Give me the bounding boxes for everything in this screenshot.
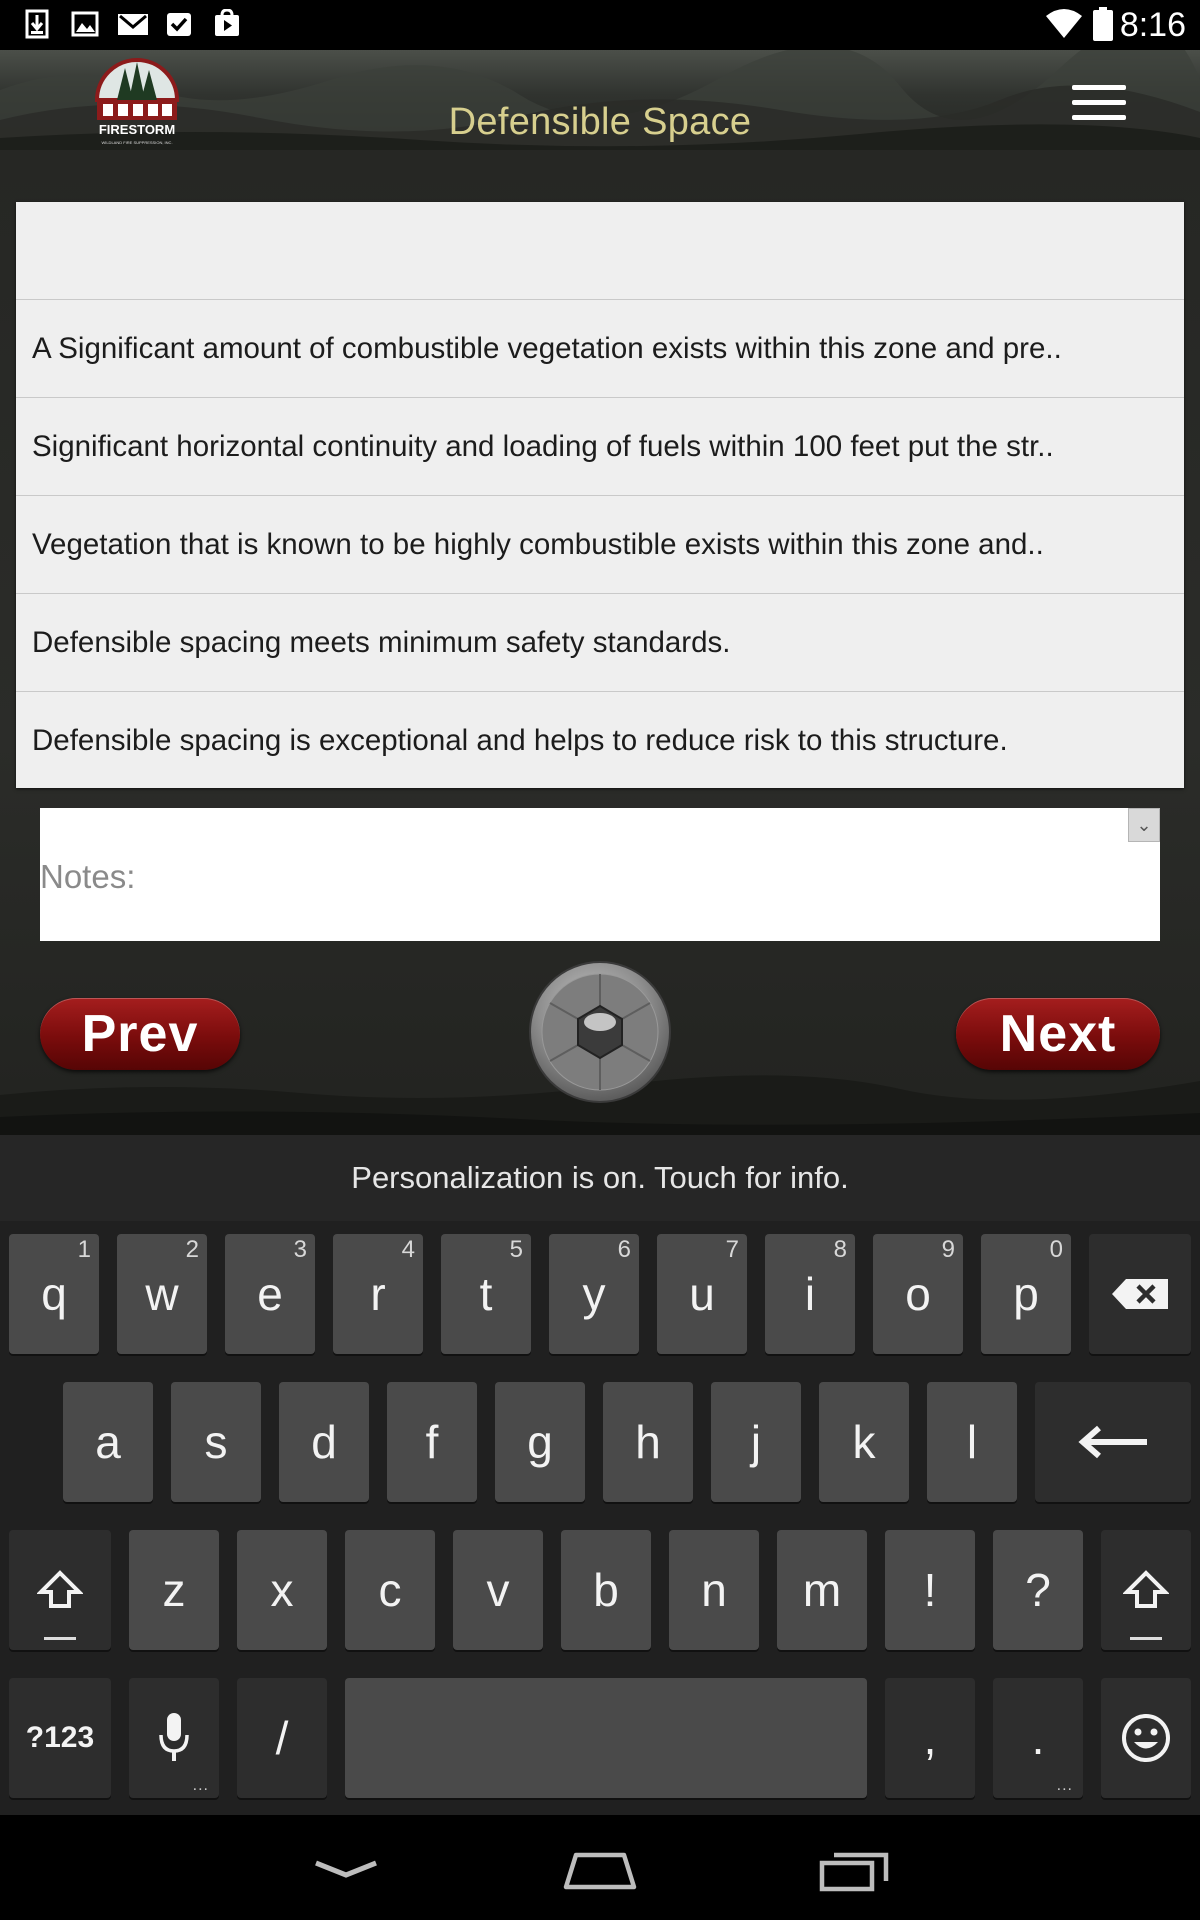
suggestion-strip[interactable]: Personalization is on. Touch for info. bbox=[0, 1135, 1200, 1221]
wifi-icon bbox=[1046, 9, 1082, 38]
key-e[interactable]: e3 bbox=[225, 1234, 315, 1354]
key-g[interactable]: g bbox=[495, 1382, 585, 1502]
key-b[interactable]: b bbox=[561, 1530, 651, 1650]
space-bar[interactable] bbox=[345, 1678, 867, 1798]
emoji-icon[interactable] bbox=[1101, 1678, 1191, 1798]
key-v[interactable]: v bbox=[453, 1530, 543, 1650]
key-exclamation[interactable]: ! bbox=[885, 1530, 975, 1650]
key-q[interactable]: q1 bbox=[9, 1234, 99, 1354]
app-header: FIRESTORM WILDLAND FIRE SUPPRESSION, INC… bbox=[0, 50, 1200, 150]
camera-shutter-icon[interactable] bbox=[528, 960, 672, 1104]
key-u[interactable]: u7 bbox=[657, 1234, 747, 1354]
page-title: Defensible Space bbox=[448, 101, 752, 143]
key-y[interactable]: y6 bbox=[549, 1234, 639, 1354]
option-item[interactable]: Defensible spacing is exceptional and he… bbox=[16, 692, 1184, 790]
risk-options-list: A Significant amount of combustible vege… bbox=[16, 202, 1184, 788]
key-o[interactable]: o9 bbox=[873, 1234, 963, 1354]
key-x[interactable]: x bbox=[237, 1530, 327, 1650]
option-item-empty[interactable] bbox=[16, 202, 1184, 300]
key-h[interactable]: h bbox=[603, 1382, 693, 1502]
key-l[interactable]: l bbox=[927, 1382, 1017, 1502]
option-item[interactable]: A Significant amount of combustible vege… bbox=[16, 300, 1184, 398]
key-a[interactable]: a bbox=[63, 1382, 153, 1502]
microphone-icon[interactable]: ... bbox=[129, 1678, 219, 1798]
key-p[interactable]: p0 bbox=[981, 1234, 1071, 1354]
key-s[interactable]: s bbox=[171, 1382, 261, 1502]
image-icon bbox=[71, 11, 99, 37]
option-item[interactable]: Defensible spacing meets minimum safety … bbox=[16, 594, 1184, 692]
soft-keyboard: Personalization is on. Touch for info. q… bbox=[0, 1135, 1200, 1815]
main-content: A Significant amount of combustible vege… bbox=[0, 150, 1200, 1135]
key-f[interactable]: f bbox=[387, 1382, 477, 1502]
key-w[interactable]: w2 bbox=[117, 1234, 207, 1354]
symbols-key[interactable]: ?123 bbox=[9, 1678, 111, 1798]
gmail-icon bbox=[118, 14, 148, 35]
key-n[interactable]: n bbox=[669, 1530, 759, 1650]
task-check-icon bbox=[167, 13, 191, 36]
option-item[interactable]: Vegetation that is known to be highly co… bbox=[16, 496, 1184, 594]
key-period[interactable]: .... bbox=[993, 1678, 1083, 1798]
download-icon bbox=[25, 9, 49, 39]
option-item[interactable]: Significant horizontal continuity and lo… bbox=[16, 398, 1184, 496]
key-t[interactable]: t5 bbox=[441, 1234, 531, 1354]
key-question[interactable]: ? bbox=[993, 1530, 1083, 1650]
key-slash[interactable]: / bbox=[237, 1678, 327, 1798]
backspace-icon[interactable] bbox=[1089, 1234, 1191, 1354]
key-i[interactable]: i8 bbox=[765, 1234, 855, 1354]
system-nav-bar bbox=[0, 1815, 1200, 1920]
recents-icon[interactable] bbox=[816, 1845, 896, 1895]
battery-icon bbox=[1093, 7, 1113, 41]
key-j[interactable]: j bbox=[711, 1382, 801, 1502]
notes-field[interactable] bbox=[40, 808, 1160, 941]
status-bar: 8:16 bbox=[0, 0, 1200, 50]
play-store-icon bbox=[215, 9, 239, 36]
hamburger-menu-icon[interactable] bbox=[1072, 85, 1128, 125]
notes-field-container: ⌄ bbox=[40, 808, 1160, 941]
key-m[interactable]: m bbox=[777, 1530, 867, 1650]
key-c[interactable]: c bbox=[345, 1530, 435, 1650]
home-icon[interactable] bbox=[560, 1845, 640, 1895]
shift-left-icon[interactable] bbox=[9, 1530, 111, 1650]
chevron-down-icon[interactable]: ⌄ bbox=[1128, 808, 1160, 842]
next-button[interactable]: Next bbox=[956, 998, 1160, 1070]
clock: 8:16 bbox=[1119, 6, 1186, 44]
key-k[interactable]: k bbox=[819, 1382, 909, 1502]
key-comma[interactable]: , bbox=[885, 1678, 975, 1798]
key-d[interactable]: d bbox=[279, 1382, 369, 1502]
key-r[interactable]: r4 bbox=[333, 1234, 423, 1354]
prev-button[interactable]: Prev bbox=[40, 998, 240, 1070]
key-z[interactable]: z bbox=[129, 1530, 219, 1650]
shift-right-icon[interactable] bbox=[1101, 1530, 1191, 1650]
enter-icon[interactable] bbox=[1035, 1382, 1191, 1502]
back-icon[interactable] bbox=[306, 1845, 386, 1895]
